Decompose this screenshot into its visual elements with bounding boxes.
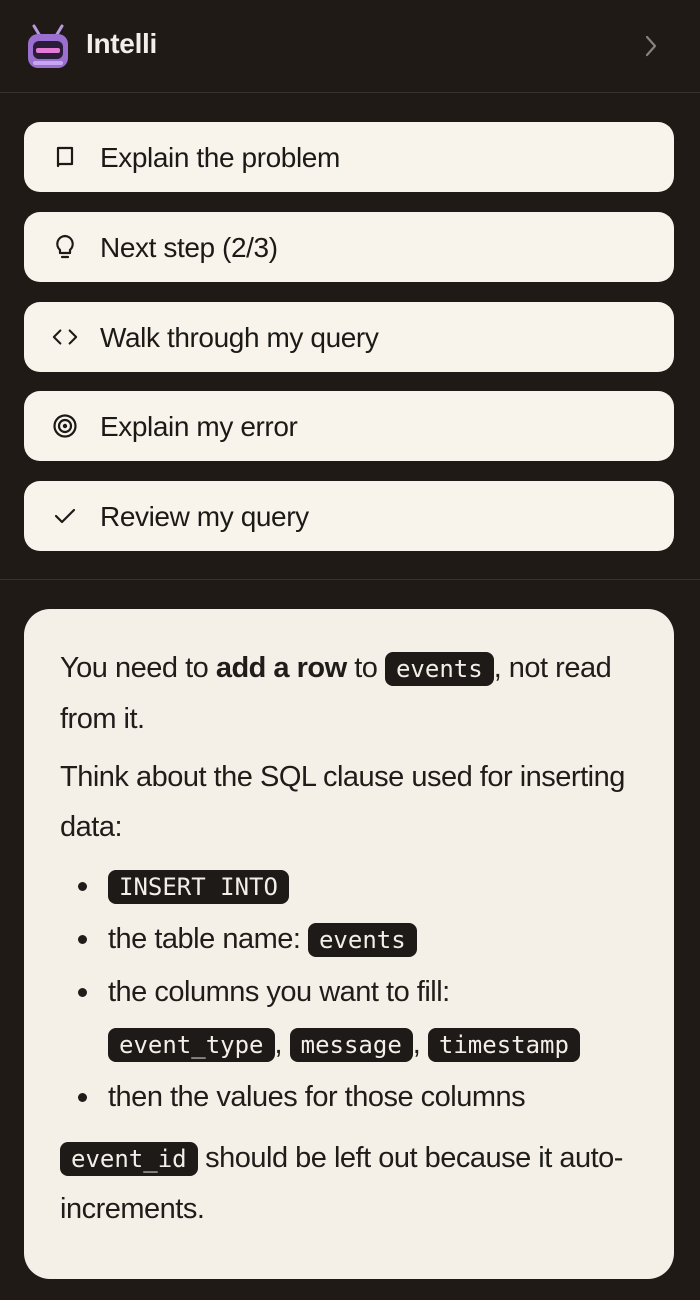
next-step-button[interactable]: Next step (2/3) xyxy=(24,212,674,282)
response-paragraph-1: You need to add a row to events, not rea… xyxy=(60,643,638,744)
target-icon xyxy=(52,413,78,439)
list-item: INSERT INTO xyxy=(60,860,638,913)
separator-text: , xyxy=(412,1028,421,1060)
list-item: then the values for those columns xyxy=(60,1071,638,1123)
response-bold-text: add a row xyxy=(215,652,347,684)
response-paragraph-2: Think about the SQL clause used for inse… xyxy=(60,761,625,843)
code-brackets-icon xyxy=(52,324,78,350)
list-item-text: the columns you want to fill: xyxy=(108,976,450,1008)
list-item-text: the table name: xyxy=(108,923,308,955)
chevron-right-icon xyxy=(645,35,657,57)
response-bullet-list: INSERT INTO the table name: events the c… xyxy=(60,860,638,1123)
code-inline: event_id xyxy=(60,1142,198,1176)
code-inline: events xyxy=(384,652,494,686)
response-text: You need to xyxy=(60,652,216,684)
separator-text: , xyxy=(274,1028,283,1060)
app-title: Intelli xyxy=(86,28,158,59)
review-query-button[interactable]: Review my query xyxy=(24,481,674,551)
book-icon xyxy=(52,144,78,170)
app-header: Intelli xyxy=(0,0,700,93)
walk-through-query-label: Walk through my query xyxy=(100,322,379,353)
explain-error-button[interactable]: Explain my error xyxy=(24,391,674,461)
explain-error-label: Explain my error xyxy=(100,411,298,442)
collapse-panel-button[interactable] xyxy=(638,30,664,62)
review-query-label: Review my query xyxy=(100,501,309,532)
assistant-response-card: You need to add a row to events, not rea… xyxy=(24,609,674,1279)
code-inline: events xyxy=(307,923,417,957)
explain-problem-label: Explain the problem xyxy=(100,142,340,173)
section-divider xyxy=(0,579,700,580)
response-paragraph-3: event_id should be left out because it a… xyxy=(60,1133,638,1234)
robot-mascot-icon xyxy=(28,24,68,68)
code-inline: timestamp xyxy=(427,1028,580,1062)
walk-through-query-button[interactable]: Walk through my query xyxy=(24,302,674,372)
list-item: the columns you want to fill: event_type,… xyxy=(60,966,638,1071)
list-item-text: then the values for those columns xyxy=(108,1081,526,1113)
code-inline: message xyxy=(289,1028,413,1062)
code-inline: event_type xyxy=(108,1028,275,1062)
next-step-label: Next step (2/3) xyxy=(100,232,278,263)
response-text: to xyxy=(346,652,385,684)
lightbulb-icon xyxy=(52,234,78,260)
checkmark-icon xyxy=(52,503,78,529)
explain-problem-button[interactable]: Explain the problem xyxy=(24,122,674,192)
code-inline: INSERT INTO xyxy=(108,870,289,904)
list-item: the table name: events xyxy=(60,913,638,966)
